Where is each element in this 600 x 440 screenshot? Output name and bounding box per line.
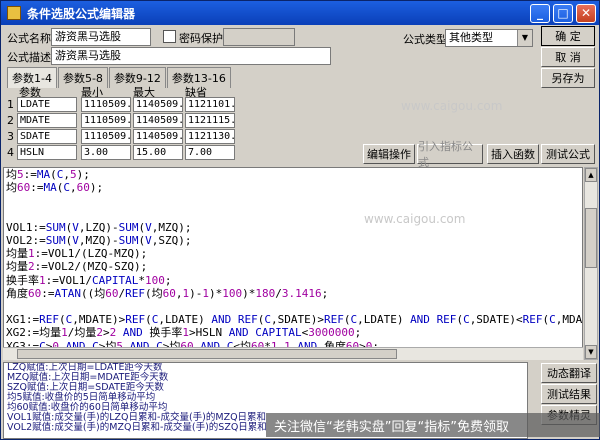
param-max-field[interactable]: 1140509.( bbox=[133, 129, 183, 144]
code-line[interactable]: XG1:=REF(C,MDATE)>REF(C,LDATE) AND REF(C… bbox=[6, 313, 582, 326]
param-default-field[interactable]: 1121101.( bbox=[185, 97, 235, 112]
minimize-button[interactable]: _ bbox=[530, 3, 550, 23]
formula-editor-window: 条件选股公式编辑器 _ □ ✕ 公式名称 游资黑马选股 密码保护 公式描述 游资… bbox=[0, 0, 600, 440]
code-line[interactable]: 均5:=MA(C,5); bbox=[6, 168, 580, 181]
ok-button[interactable]: 确 定 bbox=[541, 26, 595, 46]
param-min-field[interactable]: 3.00 bbox=[81, 145, 131, 160]
promo-banner: 关注微信“老韩实盘”回复“指标”免费领取 bbox=[266, 413, 600, 437]
param-name-field[interactable]: LDATE bbox=[17, 97, 77, 112]
param-max-field[interactable]: 15.00 bbox=[133, 145, 183, 160]
code-line[interactable] bbox=[6, 194, 580, 207]
param-min-field[interactable]: 1110509.( bbox=[81, 129, 131, 144]
edit-operation-button[interactable]: 编辑操作 bbox=[363, 144, 415, 164]
code-line[interactable]: 换手率1:=VOL1/CAPITAL*100; bbox=[6, 274, 580, 287]
param-name-field[interactable]: SDATE bbox=[17, 129, 77, 144]
param-max-field[interactable]: 1140509.( bbox=[133, 113, 183, 128]
import-indicator-button[interactable]: 引入指标公式 bbox=[417, 140, 483, 169]
watermark: www.caigou.com bbox=[364, 212, 466, 226]
scroll-down-icon[interactable]: ▼ bbox=[585, 345, 597, 359]
code-line[interactable]: 角度60:=ATAN((均60/REF(均60,1)-1)*100)*180/3… bbox=[6, 287, 580, 300]
editor-horizontal-scrollbar[interactable] bbox=[3, 347, 583, 360]
code-line[interactable] bbox=[6, 208, 580, 221]
editor-vertical-scrollbar[interactable]: ▲ ▼ bbox=[584, 167, 598, 360]
save-as-button[interactable]: 另存为 bbox=[541, 68, 595, 88]
code-line[interactable]: 均60:=MA(C,60); bbox=[6, 181, 580, 194]
formula-desc-field[interactable]: 游资黑马选股 bbox=[51, 47, 331, 65]
param-default-field[interactable]: 7.00 bbox=[185, 145, 235, 160]
password-checkbox[interactable] bbox=[163, 30, 176, 43]
title-bar[interactable]: 条件选股公式编辑器 _ □ ✕ bbox=[1, 1, 599, 25]
formula-type-select[interactable]: 其他类型 ▼ bbox=[445, 29, 533, 47]
formula-desc-label: 公式描述 bbox=[7, 51, 51, 64]
test-result-button[interactable]: 测试结果 bbox=[541, 384, 597, 404]
code-line[interactable]: 均量2:=VOL2/(MZQ-SZQ); bbox=[6, 260, 580, 273]
param-min-field[interactable]: 1110509.( bbox=[81, 97, 131, 112]
code-line[interactable]: 均量1:=VOL1/(LZQ-MZQ); bbox=[6, 247, 580, 260]
code-line[interactable]: XG2:=均量1/均量2>2 AND 换手率1>HSLN AND CAPITAL… bbox=[6, 326, 580, 339]
param-row-number: 4 bbox=[7, 146, 14, 159]
formula-code-editor[interactable]: 均5:=MA(C,5); 均60:=MA(C,60); VOL1:=SUM(V,L… bbox=[3, 167, 583, 360]
param-name-field[interactable]: MDATE bbox=[17, 113, 77, 128]
chevron-down-icon: ▼ bbox=[517, 30, 532, 46]
param-min-field[interactable]: 1110509.( bbox=[81, 113, 131, 128]
scroll-up-icon[interactable]: ▲ bbox=[585, 168, 597, 182]
code-line[interactable] bbox=[6, 300, 580, 313]
param-grid: 参数 最小 最大 缺省 1 LDATE 1110509.( 1140509.( … bbox=[5, 84, 357, 160]
code-text[interactable]: 均5:=MA(C,5); 均60:=MA(C,60); VOL1:=SUM(V,L… bbox=[4, 168, 582, 353]
insert-function-button[interactable]: 插入函数 bbox=[487, 144, 539, 164]
dynamic-translate-button[interactable]: 动态翻译 bbox=[541, 363, 597, 383]
param-max-field[interactable]: 1140509.( bbox=[133, 97, 183, 112]
app-icon bbox=[7, 6, 21, 20]
param-name-field[interactable]: HSLN bbox=[17, 145, 77, 160]
test-formula-button[interactable]: 测试公式 bbox=[541, 144, 595, 164]
watermark: www.caigou.com bbox=[401, 99, 503, 113]
param-row-number: 1 bbox=[7, 98, 14, 111]
code-line[interactable]: VOL1:=SUM(V,LZQ)-SUM(V,MZQ); bbox=[6, 221, 580, 234]
cancel-button[interactable]: 取 消 bbox=[541, 47, 595, 67]
formula-type-label: 公式类型 bbox=[403, 33, 447, 46]
formula-type-value: 其他类型 bbox=[449, 31, 493, 44]
window-title: 条件选股公式编辑器 bbox=[27, 6, 136, 21]
close-button[interactable]: ✕ bbox=[576, 3, 596, 23]
param-default-field[interactable]: 1121130.( bbox=[185, 129, 235, 144]
password-label: 密码保护 bbox=[179, 32, 223, 45]
password-field[interactable] bbox=[223, 28, 295, 46]
scrollbar-thumb[interactable] bbox=[17, 349, 397, 359]
formula-name-field[interactable]: 游资黑马选股 bbox=[51, 28, 151, 46]
code-line[interactable]: VOL2:=SUM(V,MZQ)-SUM(V,SZQ); bbox=[6, 234, 580, 247]
param-row-number: 2 bbox=[7, 114, 14, 127]
formula-name-label: 公式名称 bbox=[7, 32, 51, 45]
param-default-field[interactable]: 1121115.( bbox=[185, 113, 235, 128]
scrollbar-thumb[interactable] bbox=[585, 208, 597, 268]
maximize-button[interactable]: □ bbox=[553, 3, 573, 23]
param-row-number: 3 bbox=[7, 130, 14, 143]
